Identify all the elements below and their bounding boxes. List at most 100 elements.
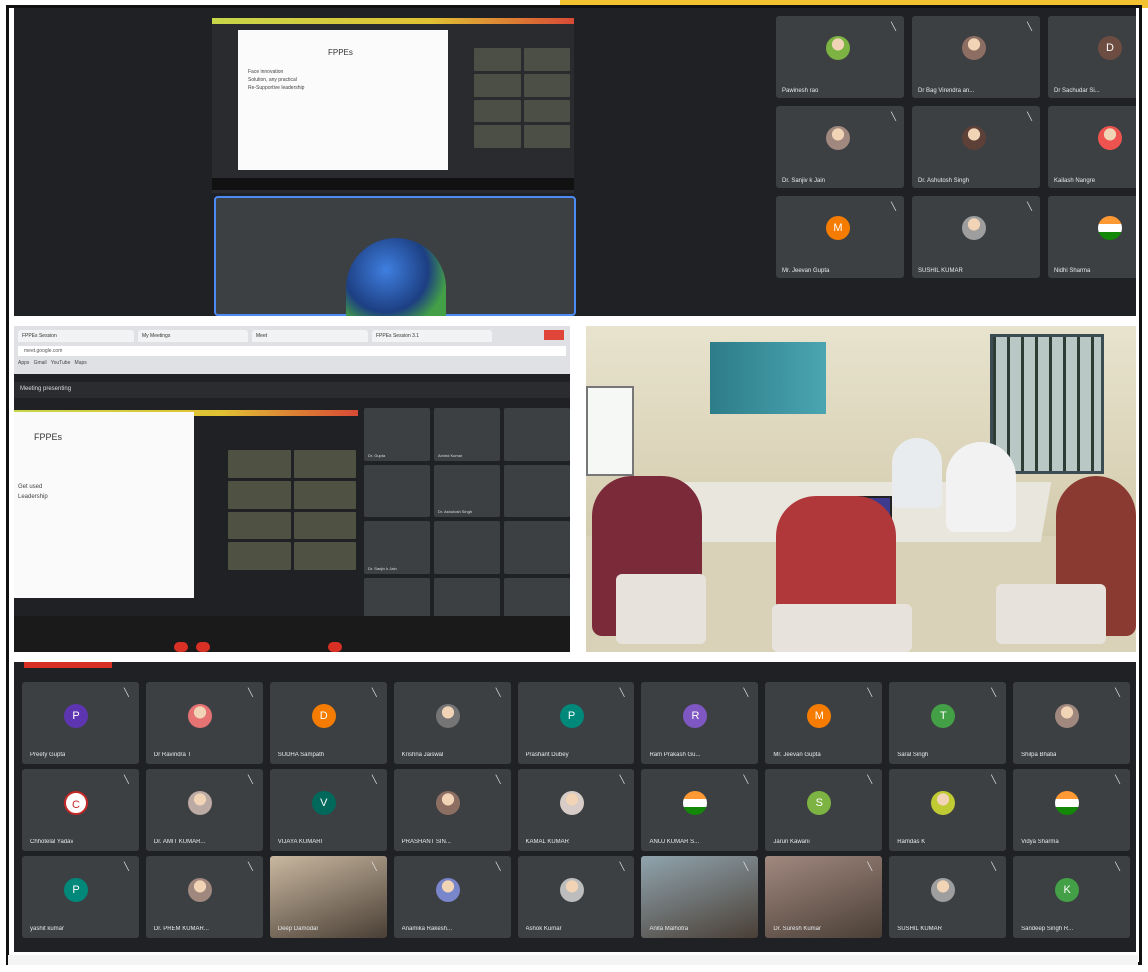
participant-tile: ╲ Dr Bag Virendra an... — [912, 16, 1040, 98]
slide-title: FPPEs — [328, 48, 353, 57]
mic-muted-icon: ╲ — [991, 862, 997, 871]
participant-tile: M ╲ Mr. Jeevan Gupta — [776, 196, 904, 278]
participant-name: Dr. Suresh Kumar — [773, 926, 822, 932]
browser-chrome: FPPEs Session My Meetings Meet FPPEs Ses… — [14, 326, 570, 374]
mic-muted-icon: ╲ — [743, 688, 749, 697]
participant-grid: Dr. Gupta Arvind Kumar Dr. Ashutosh Singh D… — [364, 408, 570, 630]
participant-photo — [435, 704, 460, 728]
participant-name: Dr Bag Virendra an... — [918, 88, 975, 94]
participant-initial: P — [64, 878, 88, 902]
meeting-screenshot-browser: FPPEs Session My Meetings Meet FPPEs Ses… — [14, 326, 570, 652]
whiteboard — [586, 386, 634, 476]
mic-muted-icon: ╲ — [495, 775, 501, 784]
mini-participant-grid — [228, 450, 356, 570]
footer-strip — [8, 955, 1138, 965]
participant-tile: ╲ Pawinesh rao — [776, 16, 904, 98]
participant-tile: S ╲ Jarun Kawani — [765, 769, 883, 851]
participant-tile — [364, 464, 430, 517]
mic-muted-icon: ╲ — [1027, 112, 1032, 121]
participant-tile: T ╲ Saral Singh — [889, 682, 1007, 764]
pinned-participant-tile — [214, 196, 576, 316]
participant-tile: C ╲ Chhotelal Yadav — [22, 769, 139, 851]
slide-header-strip — [212, 18, 574, 24]
chair — [616, 574, 706, 644]
mic-muted-icon: ╲ — [891, 202, 896, 211]
meeting-controls-bar — [14, 616, 570, 652]
shared-screen: FPPEs Face innovation Solution, any prac… — [212, 18, 574, 193]
participant-avatar — [346, 238, 446, 316]
participant-tile: Arvind Kumar — [434, 408, 500, 461]
end-call-icon — [174, 642, 188, 652]
mic-muted-icon: ╲ — [124, 688, 129, 697]
browser-tab: My Meetings — [138, 330, 248, 342]
mic-muted-icon: ╲ — [124, 862, 129, 871]
mic-muted-icon: ╲ — [891, 112, 896, 121]
participant-name: Pawinesh rao — [782, 88, 819, 94]
participant-tile: ╲ Anita Malhotra — [641, 856, 759, 938]
participant-tile: ╲ ANUJ KUMAR S... — [641, 769, 759, 851]
participant-name: Ram Prakash Gu... — [649, 752, 701, 758]
mic-muted-icon: ╲ — [619, 775, 625, 784]
mic-muted-icon: ╲ — [371, 775, 377, 784]
mic-muted-icon: ╲ — [1115, 688, 1120, 697]
participant-photo — [187, 791, 212, 815]
slide-bullet: Solution, any practical — [248, 77, 297, 83]
participant-initial: K — [1055, 878, 1080, 902]
chair — [996, 584, 1106, 644]
mic-muted-icon: ╲ — [867, 862, 873, 871]
participant-photo — [435, 878, 460, 902]
participant-tile: ╲ Vidya Sharma — [1013, 769, 1130, 851]
participant-photo — [187, 878, 212, 902]
participant-initial: M — [826, 216, 850, 240]
mic-muted-icon: ╲ — [1027, 202, 1032, 211]
mic-muted-icon: ╲ — [867, 775, 873, 784]
participant-name: Kailash Nangre — [1054, 178, 1096, 184]
mic-muted-icon: ╲ — [371, 688, 377, 697]
slide-line: Get used — [18, 484, 43, 490]
mic-muted-icon: ╲ — [124, 775, 129, 784]
mic-muted-icon: ╲ — [743, 862, 749, 871]
browser-tab: Meet — [252, 330, 368, 342]
flag-icon — [1055, 791, 1080, 815]
participant-name: Ramdas K — [897, 839, 926, 845]
participant-tile: ╲Nidhi Sharma — [1048, 196, 1136, 278]
participant-photo — [962, 126, 986, 150]
participant-tile: ╲ Krishna Jaiswal — [393, 682, 511, 764]
flag-icon — [683, 791, 708, 815]
mic-muted-icon: ╲ — [247, 688, 253, 697]
wall-banner — [710, 342, 826, 414]
participant-photo — [435, 791, 460, 815]
participant-name: Dr. AMIT KUMAR... — [153, 839, 206, 845]
mic-muted-icon: ╲ — [371, 862, 377, 871]
camera-off-icon — [328, 642, 342, 652]
participant-tile: Dr. Gupta — [364, 408, 430, 461]
flag-icon — [1098, 216, 1122, 240]
participant-name: Dr. Ashutosh Singh — [918, 178, 970, 184]
participant-photo — [962, 216, 986, 240]
participant-tile: ╲ Shilpa Bhatia — [1013, 682, 1130, 764]
slide-page: FPPEs Get used Leadership — [14, 412, 194, 598]
participant-name: SUSHIL KUMAR — [918, 268, 963, 274]
participant-tile: Dr. Sanjiv k Jain — [364, 521, 430, 574]
participant-name: Dr. PREM KUMAR... — [153, 926, 209, 932]
mic-muted-icon: ╲ — [743, 775, 749, 784]
participant-name: VIJAYA KUMARI — [277, 839, 323, 845]
participant-name: Preety Gupta — [30, 752, 66, 758]
mic-muted-icon: ╲ — [867, 688, 873, 697]
participant-tile: ╲ SUSHIL KUMAR — [912, 196, 1040, 278]
participant-tile: ╲ Anamika Rakesh... — [393, 856, 511, 938]
participant-name: Dr. Sanjiv k Jain — [782, 178, 826, 184]
participant-tile: ╲ Ramdas K — [889, 769, 1007, 851]
slide-page: FPPEs Face innovation Solution, any prac… — [238, 30, 448, 170]
mic-muted-icon: ╲ — [1027, 22, 1032, 31]
browser-tab: FPPEs Session 3.1 — [372, 330, 492, 342]
participant-tile: ╲ PRASHANT SIN... — [393, 769, 511, 851]
participant-name: Jarun Kawani — [773, 839, 810, 845]
participant-tile: K ╲ Sandeep Singh R... — [1013, 856, 1130, 938]
meeting-screenshot-bottom: P ╲ Preety Gupta ╲ Dr Ravindra T D ╲ SUDHA Samp… — [14, 662, 1136, 952]
recording-indicator — [24, 662, 112, 668]
bookmark: YouTube — [50, 360, 71, 366]
participant-photo — [1055, 704, 1080, 728]
participant-initial: V — [311, 791, 336, 815]
participant-name: yashit kumar — [30, 926, 65, 932]
